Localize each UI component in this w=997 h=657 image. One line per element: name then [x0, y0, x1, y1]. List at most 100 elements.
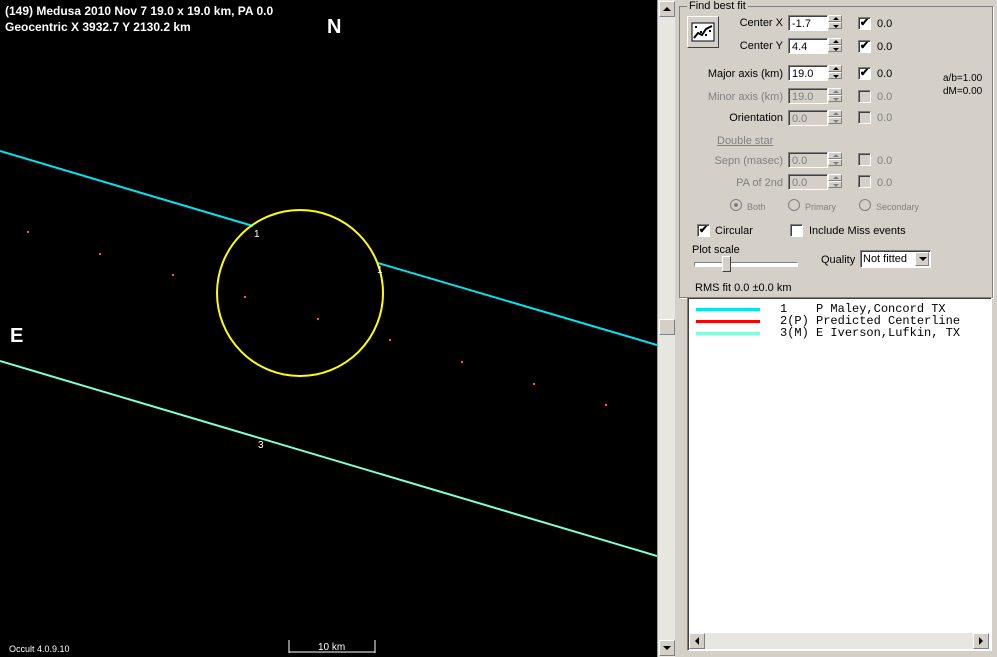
scroll-right-button[interactable]	[973, 633, 989, 649]
radio-both[interactable]	[730, 199, 742, 211]
arrow-up-icon	[663, 7, 671, 11]
radio-primary-label: Primary	[805, 202, 836, 212]
sepn-checkbox[interactable]	[858, 153, 871, 166]
centerline-dot	[26, 230, 30, 234]
plot-scale-thumb[interactable]	[722, 256, 731, 272]
fit-button[interactable]	[687, 16, 719, 48]
observer-line-swatch	[696, 332, 760, 335]
centerline-dot	[243, 295, 247, 299]
center-y-checkbox[interactable]: ✔	[858, 40, 871, 53]
plot-scale-slider[interactable]	[692, 256, 798, 276]
list-item[interactable]: 2(P) Predicted Centerline	[696, 315, 960, 327]
asteroid-profile-ellipse	[216, 209, 384, 377]
observer-list-hscrollbar[interactable]	[689, 633, 989, 649]
pa2nd-stepper[interactable]	[828, 174, 842, 190]
minor-axis-checkbox[interactable]	[858, 90, 871, 103]
major-axis-input[interactable]: 19.0	[788, 65, 828, 81]
radio-secondary[interactable]	[859, 199, 871, 211]
predicted-centerline-dots	[26, 230, 608, 407]
chord-line-1-left	[0, 150, 254, 227]
center-x-input[interactable]: -1.7	[788, 15, 828, 31]
minor-axis-stepper[interactable]	[828, 88, 842, 104]
chart-fit-icon	[691, 22, 715, 42]
sepn-result: 0.0	[877, 155, 893, 167]
orientation-label: Orientation	[729, 112, 783, 124]
plot-title-line1: (149) Medusa 2010 Nov 7 19.0 x 19.0 km, …	[5, 4, 274, 18]
center-y-input[interactable]: 4.4	[788, 38, 828, 54]
center-y-label: Center Y	[739, 40, 783, 52]
ab-ratio: a/b=1.00	[943, 73, 983, 84]
sepn-stepper[interactable]	[828, 152, 842, 168]
pa2nd-result: 0.0	[877, 177, 893, 189]
centerline-dot	[460, 360, 464, 364]
chevron-down-icon	[915, 252, 929, 266]
arrow-down-icon	[663, 646, 671, 650]
orientation-result: 0.0	[877, 112, 893, 124]
occultation-plot[interactable]: 1 1 3 (149) Medusa 2010 Nov 7 19.0 x 19.…	[0, 0, 657, 657]
arrow-right-icon	[979, 637, 983, 645]
include-miss-checkbox[interactable]	[790, 224, 803, 237]
chord-label-3: 3	[258, 440, 264, 451]
major-axis-result: 0.0	[877, 68, 893, 80]
center-x-checkbox[interactable]: ✔	[858, 17, 871, 30]
radio-primary[interactable]	[788, 199, 800, 211]
scroll-up-button[interactable]	[659, 1, 675, 17]
chord-label-1b: 1	[377, 265, 383, 276]
delta-magnitude: dM=0.00	[943, 86, 983, 97]
chord-line-3	[0, 360, 657, 557]
center-y-stepper[interactable]	[828, 38, 842, 54]
north-label: N	[327, 16, 342, 38]
observer-line-swatch	[696, 308, 760, 311]
centerline-dot	[532, 382, 536, 386]
center-y-result: 0.0	[877, 41, 893, 53]
major-axis-checkbox[interactable]: ✔	[858, 67, 871, 80]
circular-checkbox[interactable]: ✔	[697, 224, 710, 237]
major-axis-stepper[interactable]	[828, 65, 842, 81]
sepn-label: Sepn (masec)	[714, 155, 783, 167]
plot-canvas: 1 1 3	[0, 150, 657, 653]
minor-axis-result: 0.0	[877, 91, 893, 103]
scroll-down-button[interactable]	[659, 640, 675, 656]
centerline-dot	[98, 252, 102, 256]
group-title: Find best fit	[687, 0, 748, 12]
list-item[interactable]: 3(M) E Iverson,Lufkin, TX	[696, 327, 960, 339]
include-miss-label: Include Miss events	[809, 225, 906, 237]
centerline-dot	[604, 403, 608, 407]
rms-fit-label: RMS fit 0.0 ±0.0 km	[695, 282, 792, 294]
major-axis-label: Major axis (km)	[707, 68, 783, 80]
circular-label: Circular	[715, 225, 753, 237]
east-label: E	[10, 325, 24, 347]
scroll-thumb[interactable]	[659, 319, 675, 335]
list-item[interactable]: 1 P Maley,Concord TX	[696, 303, 946, 315]
chord-line-1-right	[377, 262, 657, 346]
centerline-dot	[316, 317, 320, 321]
pa2nd-checkbox[interactable]	[858, 175, 871, 188]
center-x-stepper[interactable]	[828, 15, 842, 31]
version-label: Occult 4.0.9.10	[9, 644, 70, 654]
centerline-dot	[388, 338, 392, 342]
observer-name: E Iverson,Lufkin, TX	[816, 326, 961, 340]
sepn-input[interactable]: 0.0	[788, 152, 828, 168]
observer-list[interactable]: 1 P Maley,Concord TX 2(P) Predicted Cent…	[687, 297, 992, 651]
plot-vertical-scrollbar[interactable]	[657, 0, 675, 657]
minor-axis-input[interactable]: 19.0	[788, 88, 828, 104]
pa2nd-input[interactable]: 0.0	[788, 174, 828, 190]
center-x-result: 0.0	[877, 18, 893, 30]
quality-label: Quality	[821, 254, 856, 266]
quality-select-value: Not fitted	[863, 253, 908, 265]
minor-axis-label: Minor axis (km)	[707, 91, 783, 103]
scroll-left-button[interactable]	[689, 633, 705, 649]
radio-secondary-label: Secondary	[876, 202, 920, 212]
center-x-label: Center X	[739, 17, 783, 29]
centerline-dot	[171, 273, 175, 277]
observer-line-swatch	[696, 320, 760, 323]
observer-number: 3(M)	[780, 326, 809, 340]
orientation-input[interactable]: 0.0	[788, 110, 828, 126]
double-star-link[interactable]: Double star	[717, 135, 773, 147]
arrow-left-icon	[695, 637, 699, 645]
pa2nd-label: PA of 2nd	[736, 177, 783, 189]
orientation-checkbox[interactable]	[858, 111, 871, 124]
quality-select[interactable]: Not fitted	[860, 250, 931, 268]
orientation-stepper[interactable]	[828, 110, 842, 126]
radio-both-label: Both	[747, 202, 766, 212]
